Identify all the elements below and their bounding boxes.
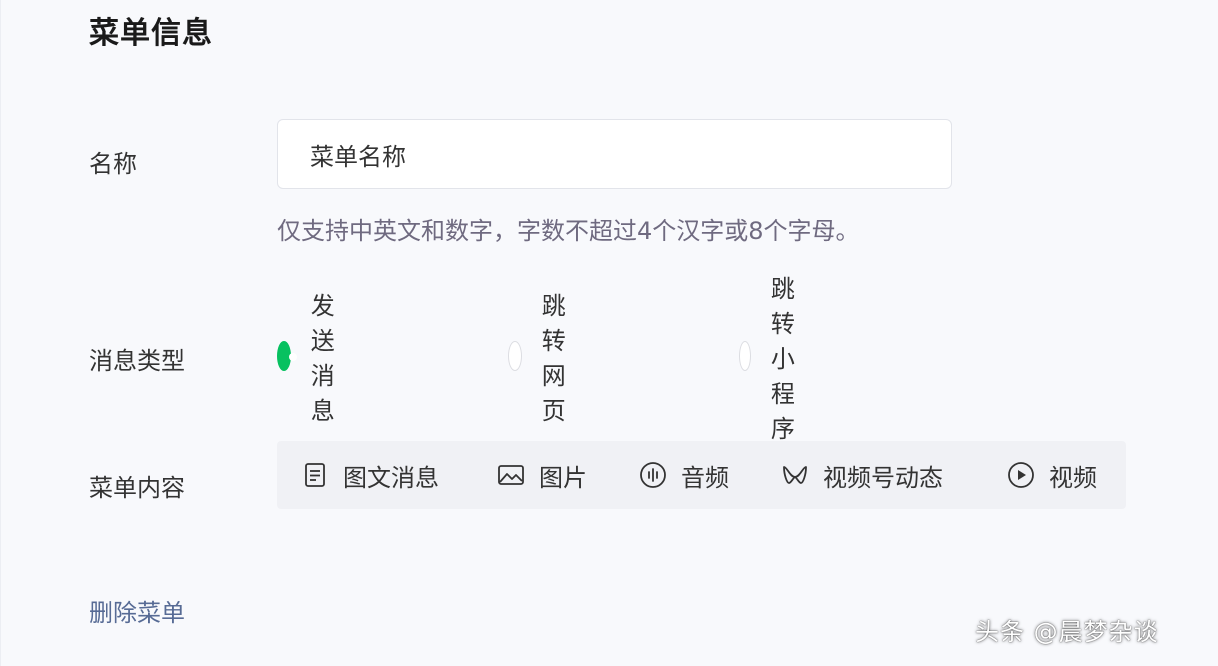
tool-label: 视频 <box>1049 463 1097 492</box>
radio-jump-miniprogram[interactable]: 跳转小程序 <box>739 275 813 443</box>
menu-info-panel: 菜单信息 名称 仅支持中英文和数字，字数不超过4个汉字或8个字母。 消息类型 发… <box>0 0 1218 666</box>
name-hint: 仅支持中英文和数字，字数不超过4个汉字或8个字母。 <box>277 217 860 245</box>
document-icon <box>305 463 325 487</box>
tool-label: 视频号动态 <box>823 463 943 492</box>
tool-label: 图文消息 <box>343 463 439 492</box>
tool-article-message[interactable]: 图文消息 <box>301 441 439 509</box>
tool-label: 音频 <box>681 463 729 492</box>
tool-label: 图片 <box>539 463 587 492</box>
radio-label: 跳转网页 <box>541 292 566 425</box>
section-title: 菜单信息 <box>89 16 213 51</box>
radio-label: 跳转小程序 <box>770 274 795 443</box>
channels-icon <box>783 466 807 484</box>
play-icon <box>1008 462 1034 488</box>
tool-audio[interactable]: 音频 <box>639 441 729 509</box>
watermark: 头条 @晨梦杂谈 <box>975 618 1159 646</box>
name-label: 名称 <box>89 150 137 178</box>
radio-unchecked-icon <box>739 341 751 371</box>
menu-content-label: 菜单内容 <box>89 474 185 502</box>
radio-jump-webpage[interactable]: 跳转网页 <box>508 292 582 425</box>
message-type-label: 消息类型 <box>89 347 185 375</box>
radio-unchecked-icon <box>508 341 522 371</box>
radio-send-message[interactable]: 发送消息 <box>277 292 351 425</box>
tool-video[interactable]: 视频 <box>1007 441 1097 509</box>
radio-checked-icon <box>277 341 297 371</box>
menu-name-input[interactable] <box>277 119 952 189</box>
delete-menu-link[interactable]: 删除菜单 <box>89 593 185 628</box>
audio-icon <box>640 462 666 488</box>
tool-channels-post[interactable]: 视频号动态 <box>781 441 943 509</box>
menu-content-toolbar: 图文消息 图片 音频 视频号动态 视频 <box>277 441 1126 509</box>
tool-image[interactable]: 图片 <box>497 441 587 509</box>
radio-label: 发送消息 <box>310 292 335 425</box>
image-icon <box>498 465 524 485</box>
